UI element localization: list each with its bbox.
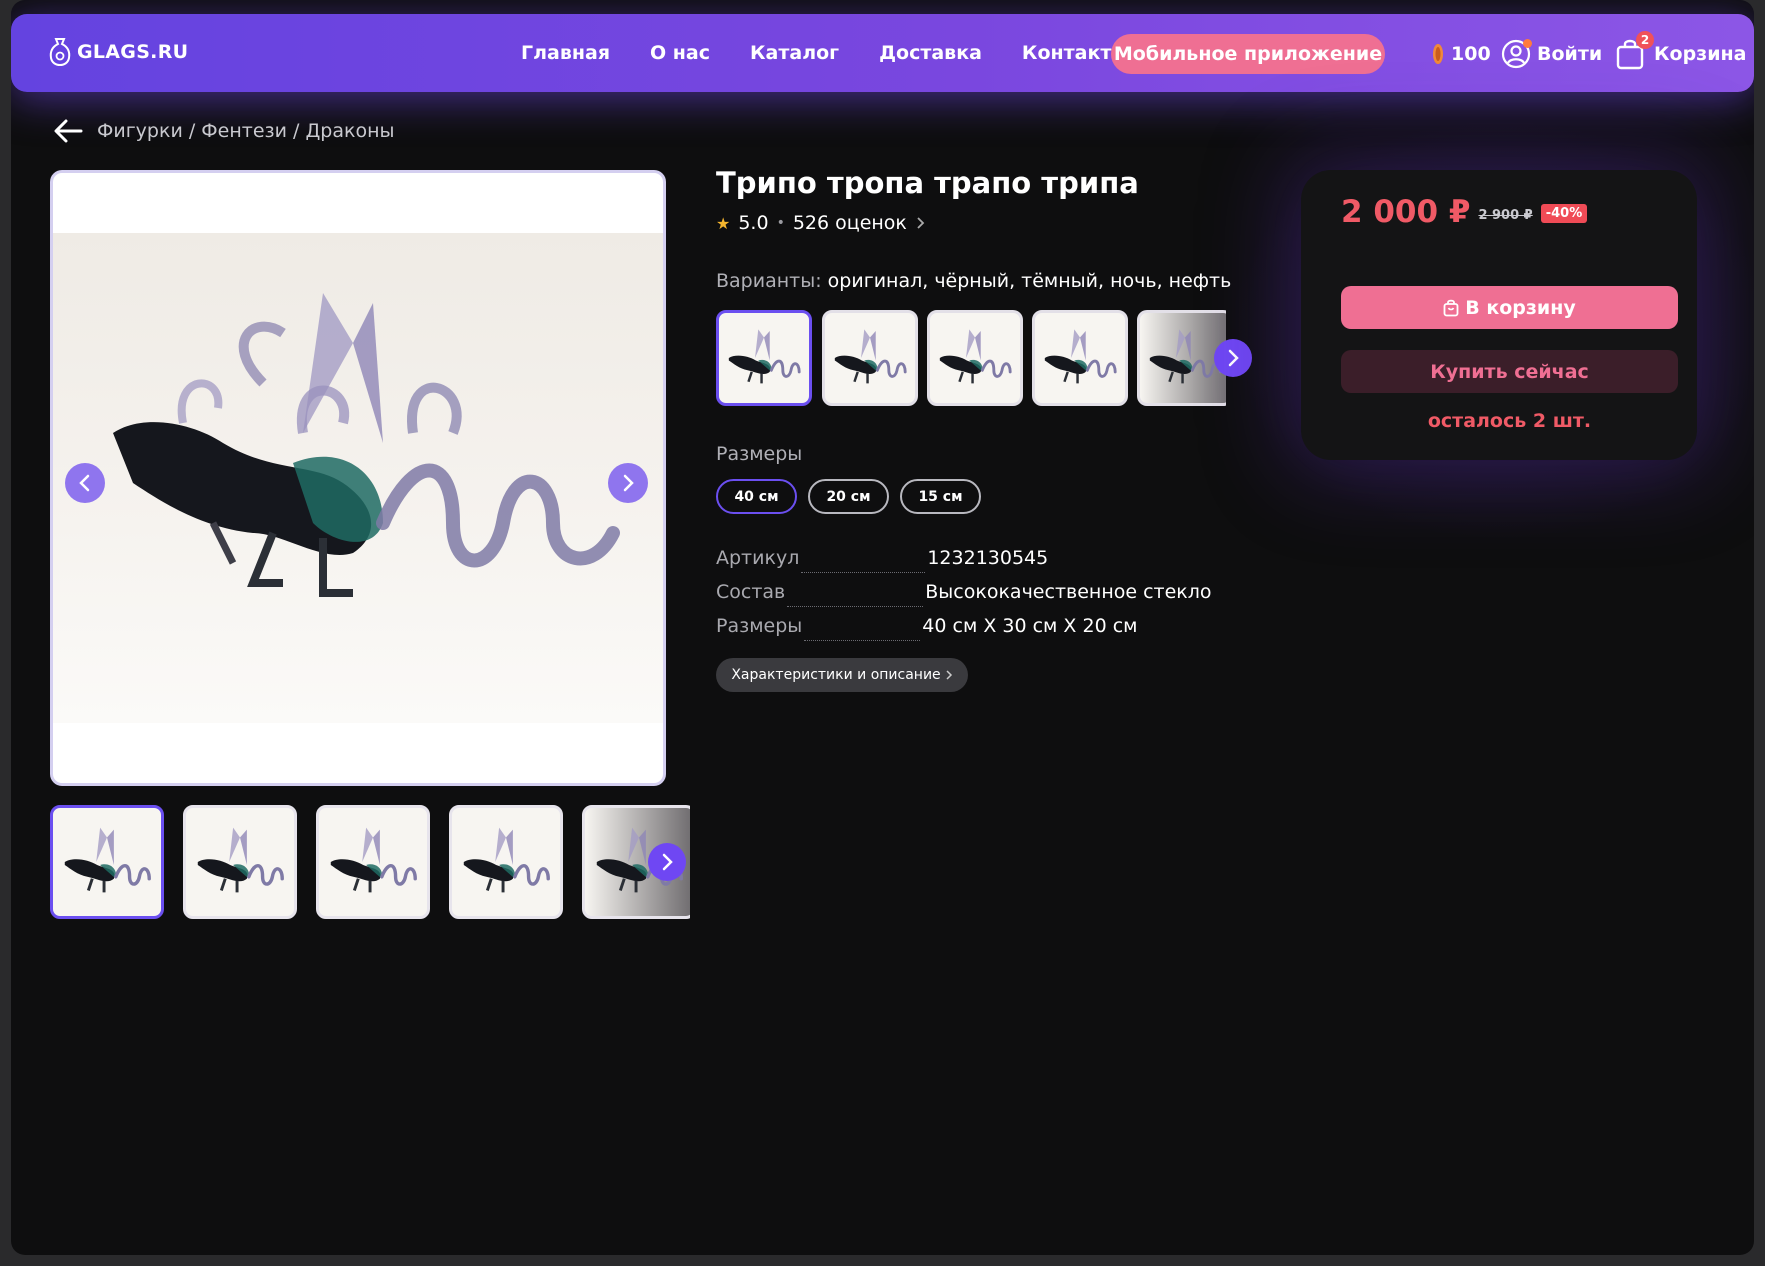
- spec-row: Артикул 1232130545: [716, 547, 1236, 581]
- thumbnail-4[interactable]: [449, 805, 563, 919]
- coins-value: 100: [1451, 43, 1491, 65]
- dragon-thumbnail-icon: [330, 827, 417, 893]
- variants-line: Варианты: оригинал, чёрный, тёмный, ночь…: [716, 270, 1231, 292]
- variant-night[interactable]: [1032, 310, 1128, 406]
- image-prev-button[interactable]: [65, 463, 105, 503]
- variant-dark[interactable]: [927, 310, 1023, 406]
- current-price: 2 000 ₽: [1341, 194, 1471, 230]
- variants-label: Варианты:: [716, 270, 822, 292]
- dragon-thumbnail-icon: [463, 827, 550, 893]
- mobile-app-button[interactable]: Мобильное приложение: [1111, 34, 1385, 74]
- size-option-40[interactable]: 40 см: [716, 479, 797, 514]
- chevron-right-icon: [946, 670, 952, 680]
- add-to-cart-button[interactable]: В корзину: [1341, 286, 1678, 329]
- dragon-thumbnail-icon: [197, 827, 284, 893]
- description-button-label: Характеристики и описание: [731, 667, 941, 683]
- breadcrumb: Фигурки / Фентези / Драконы: [53, 112, 395, 150]
- spec-key: Состав: [716, 581, 786, 603]
- vase-logo-icon: [49, 38, 71, 67]
- thumbnails-next-button[interactable]: [648, 843, 686, 881]
- spec-key: Артикул: [716, 547, 800, 569]
- image-next-button[interactable]: [608, 463, 648, 503]
- login-button[interactable]: Войти: [1501, 34, 1602, 74]
- image-thumbnails: [50, 805, 690, 920]
- buy-now-button[interactable]: Купить сейчас: [1341, 350, 1678, 393]
- chevron-right-icon: [917, 217, 925, 229]
- chevron-right-icon: [623, 474, 634, 492]
- user-icon: [1501, 39, 1532, 69]
- variant-thumbnails: [716, 310, 1226, 406]
- thumbnail-1[interactable]: [50, 805, 164, 919]
- size-option-15[interactable]: 15 см: [900, 479, 981, 514]
- dragon-thumbnail-icon: [728, 329, 801, 384]
- stock-remaining: осталось 2 шт.: [1427, 410, 1592, 432]
- size-selector: 40 см 20 см 15 см: [716, 479, 981, 514]
- spec-value: 40 см X 30 см X 20 см: [922, 615, 1138, 637]
- nav-catalog[interactable]: Каталог: [750, 42, 839, 64]
- dragon-thumbnail-icon: [834, 329, 907, 384]
- variant-oil[interactable]: [1137, 310, 1226, 406]
- spec-row: Состав Высококачественное стекло: [716, 581, 1236, 615]
- dragon-thumbnail-icon: [1044, 329, 1117, 384]
- spec-leader-dots: [801, 572, 926, 573]
- coin-icon: [1433, 44, 1443, 64]
- coins-balance[interactable]: 100: [1431, 36, 1491, 72]
- logo[interactable]: GLAGS.RU: [47, 34, 188, 70]
- nav-about[interactable]: О нас: [650, 42, 710, 64]
- cart-label: Корзина: [1654, 43, 1747, 65]
- product-specs: Артикул 1232130545 Состав Высококачестве…: [716, 547, 1236, 649]
- chevron-left-icon: [79, 474, 90, 492]
- breadcrumb-path[interactable]: Фигурки / Фентези / Драконы: [97, 120, 395, 142]
- cart-count-badge: 2: [1636, 31, 1654, 49]
- price-card: 2 000 ₽ 2 900 ₽ -40% В корзину Купить се…: [1301, 170, 1697, 460]
- spec-leader-dots: [787, 606, 924, 607]
- nav-delivery[interactable]: Доставка: [879, 42, 982, 64]
- cart-button[interactable]: 2 Корзина: [1616, 31, 1747, 74]
- back-arrow-icon[interactable]: [53, 118, 83, 144]
- old-price: 2 900 ₽: [1478, 207, 1533, 223]
- product-photo: [53, 233, 663, 723]
- description-button[interactable]: Характеристики и описание: [716, 658, 968, 692]
- spec-value: Высококачественное стекло: [925, 581, 1212, 603]
- login-label: Войти: [1537, 43, 1603, 65]
- thumbnail-3[interactable]: [316, 805, 430, 919]
- shopping-bag-icon: [1443, 299, 1459, 316]
- product-main-image[interactable]: [50, 170, 666, 786]
- variant-original[interactable]: [716, 310, 812, 406]
- sizes-label: Размеры: [716, 443, 803, 465]
- notification-dot: [1523, 39, 1532, 48]
- variant-black[interactable]: [822, 310, 918, 406]
- product-title: Трипо тропа трапо трипа: [716, 166, 1139, 200]
- nav-home[interactable]: Главная: [521, 42, 610, 64]
- rating-value: 5.0: [738, 212, 769, 234]
- add-to-cart-label: В корзину: [1465, 296, 1576, 319]
- product-rating[interactable]: ★ 5.0 • 526 оценок: [716, 210, 925, 236]
- spec-key: Размеры: [716, 615, 803, 637]
- price-row: 2 000 ₽ 2 900 ₽ -40%: [1341, 194, 1588, 230]
- thumbnail-2[interactable]: [183, 805, 297, 919]
- spec-leader-dots: [804, 640, 921, 641]
- shopping-bag-icon: 2: [1616, 31, 1654, 71]
- dragon-thumbnail-icon: [939, 329, 1012, 384]
- spec-value: 1232130545: [927, 547, 1049, 569]
- discount-badge: -40%: [1540, 203, 1588, 223]
- separator-dot: •: [776, 215, 785, 231]
- main-nav: Главная О нас Каталог Доставка Контакты: [521, 14, 1169, 92]
- size-option-20[interactable]: 20 см: [808, 479, 889, 514]
- spec-row: Размеры 40 см X 30 см X 20 см: [716, 615, 1236, 649]
- variants-value: оригинал, чёрный, тёмный, ночь, нефть: [827, 270, 1232, 292]
- logo-text: GLAGS.RU: [77, 41, 189, 63]
- dragon-thumbnail-icon: [64, 827, 151, 893]
- star-icon: ★: [716, 213, 731, 233]
- reviews-count: 526 оценок: [792, 212, 907, 234]
- top-navbar: GLAGS.RU Главная О нас Каталог Доставка …: [11, 14, 1754, 92]
- dragon-figure-image: [113, 293, 620, 597]
- app-window: GLAGS.RU Главная О нас Каталог Доставка …: [11, 0, 1754, 1255]
- chevron-right-icon: [662, 853, 673, 871]
